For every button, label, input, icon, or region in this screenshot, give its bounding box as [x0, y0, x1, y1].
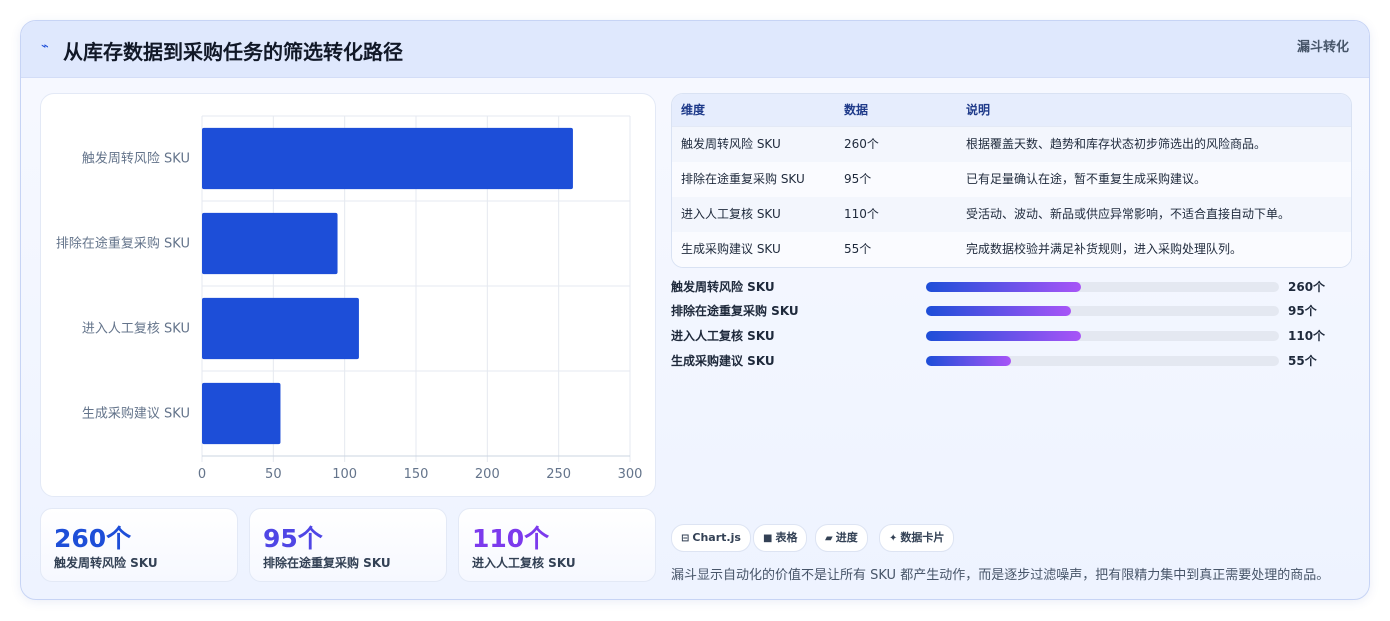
progress-value: 55个	[1288, 354, 1317, 368]
progress-row: 排除在途重复采购 SKU 95个	[671, 300, 1351, 320]
chip-label: 数据卡片	[900, 531, 945, 544]
table-cell: 进入人工复核 SKU	[681, 207, 781, 221]
table-cell: 生成采购建议 SKU	[681, 242, 781, 256]
x-tick-label: 150	[404, 467, 429, 482]
table-row: 排除在途重复采购 SKU 95个 已有足量确认在途，暂不重复生成采购建议。	[672, 162, 1351, 198]
chip-progress[interactable]: ▰ 进度	[815, 524, 868, 552]
progress-value: 110个	[1288, 329, 1326, 343]
chip-label: 进度	[835, 531, 858, 544]
stat-card-excluded: 95个 排除在途重复采购 SKU	[249, 508, 447, 582]
progress-row: 触发周转风险 SKU 260个	[671, 276, 1351, 296]
table-icon: ■	[763, 533, 773, 544]
progress-label: 进入人工复核 SKU	[671, 329, 775, 343]
progress-fill	[926, 331, 1082, 341]
table-cell: 55个	[844, 242, 872, 256]
table-cell: 95个	[844, 172, 872, 186]
table-cell: 根据覆盖天数、趋势和库存状态初步筛选出的风险商品。	[966, 137, 1267, 151]
bar	[202, 382, 281, 445]
header-tag: 漏斗转化	[1296, 40, 1349, 55]
x-tick-label: 0	[198, 467, 206, 482]
progress-value: 95个	[1288, 304, 1317, 318]
category-label: 触发周转风险 SKU	[82, 151, 190, 167]
sparkle-icon: ✦	[889, 533, 898, 544]
funnel-card: ⌁ 从库存数据到采购任务的筛选转化路径 漏斗转化 触发周转风险 SKU 排除在途重…	[20, 20, 1370, 600]
stat-label: 排除在途重复采购 SKU	[263, 556, 391, 570]
category-label: 进入人工复核 SKU	[82, 322, 190, 337]
progress-row: 进入人工复核 SKU 110个	[671, 325, 1351, 345]
spark-icon: ⌁	[41, 39, 49, 54]
progress-row: 生成采购建议 SKU 55个	[671, 350, 1351, 370]
stat-value: 95个	[263, 524, 323, 553]
stat-value: 260个	[54, 524, 132, 553]
x-tick-label: 300	[618, 467, 643, 482]
stat-label: 触发周转风险 SKU	[54, 556, 158, 570]
progress-track	[926, 306, 1279, 316]
table-cell: 已有足量确认在途，暂不重复生成采购建议。	[966, 172, 1207, 186]
data-table: 维度 数据 说明 触发周转风险 SKU 260个 根据覆盖天数、趋势和库存状态初…	[671, 93, 1352, 268]
progress-value: 260个	[1288, 280, 1326, 294]
stat-card-review: 110个 进入人工复核 SKU	[458, 508, 656, 582]
table-header-cell: 维度	[681, 103, 706, 117]
table-row: 触发周转风险 SKU 260个 根据覆盖天数、趋势和库存状态初步筛选出的风险商品…	[672, 127, 1351, 163]
category-label: 生成采购建议 SKU	[82, 406, 190, 422]
table-cell: 260个	[844, 137, 879, 151]
chip-data-cards[interactable]: ✦ 数据卡片	[879, 524, 955, 552]
chip-table[interactable]: ■ 表格	[753, 524, 808, 552]
table-header-row: 维度 数据 说明	[672, 94, 1351, 127]
card-header: ⌁ 从库存数据到采购任务的筛选转化路径 漏斗转化	[21, 21, 1369, 78]
chart-icon: ⊟	[681, 533, 690, 544]
progress-track	[926, 356, 1279, 366]
progress-icon: ▰	[825, 533, 833, 544]
x-tick-label: 50	[265, 467, 282, 482]
progress-track	[926, 331, 1279, 341]
progress-label: 排除在途重复采购 SKU	[671, 304, 799, 318]
card-title: 从库存数据到采购任务的筛选转化路径	[63, 40, 403, 64]
table-header-cell: 说明	[966, 103, 991, 117]
x-tick-label: 250	[546, 467, 571, 482]
stat-label: 进入人工复核 SKU	[472, 556, 576, 570]
bar	[202, 127, 573, 190]
progress-fill	[926, 306, 1071, 316]
progress-fill	[926, 282, 1082, 292]
footnote: 漏斗显示自动化的价值不是让所有 SKU 都产生动作，而是逐步过滤噪声，把有限精力…	[671, 568, 1330, 583]
bar	[202, 212, 338, 275]
progress-fill	[926, 356, 1011, 366]
bar-chart-svg: 触发周转风险 SKU 排除在途重复采购 SKU 进入人工复核 SKU 生成采购建议 S…	[56, 115, 643, 482]
x-tick-label: 100	[332, 467, 357, 482]
table-cell: 完成数据校验并满足补货规则，进入采购处理队列。	[966, 242, 1243, 256]
progress-track	[926, 282, 1279, 292]
stat-value: 110个	[472, 524, 550, 553]
table-cell: 受活动、波动、新品或供应异常影响，不适合直接自动下单。	[966, 207, 1291, 221]
category-label: 排除在途重复采购 SKU	[56, 236, 190, 252]
stat-card-risk: 260个 触发周转风险 SKU	[40, 508, 238, 582]
progress-label: 触发周转风险 SKU	[671, 280, 775, 294]
table-row: 生成采购建议 SKU 55个 完成数据校验并满足补货规则，进入采购处理队列。	[672, 232, 1351, 267]
bar	[202, 297, 359, 360]
chip-label: 表格	[775, 531, 798, 544]
table-cell: 排除在途重复采购 SKU	[681, 172, 805, 186]
bar-chart: 触发周转风险 SKU 排除在途重复采购 SKU 进入人工复核 SKU 生成采购建议 S…	[40, 93, 656, 497]
table-row: 进入人工复核 SKU 110个 受活动、波动、新品或供应异常影响，不适合直接自动…	[672, 197, 1351, 233]
progress-label: 生成采购建议 SKU	[671, 354, 775, 368]
table-header-cell: 数据	[844, 103, 869, 117]
chip-label: Chart.js	[692, 531, 741, 544]
x-tick-label: 200	[475, 467, 500, 482]
chip-chartjs[interactable]: ⊟ Chart.js	[671, 524, 751, 552]
table-cell: 触发周转风险 SKU	[681, 137, 781, 151]
table-cell: 110个	[844, 207, 879, 221]
